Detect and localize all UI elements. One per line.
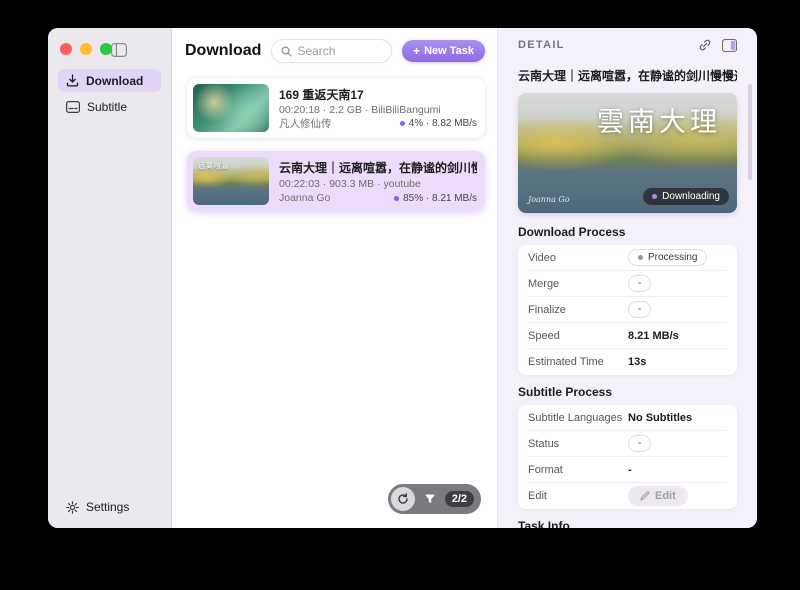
search-icon [281,46,292,57]
processing-pill: Processing [628,249,707,266]
row-label: Estimated Time [528,356,628,368]
detail-row-finalize: Finalize - [528,297,727,323]
detail-header: DETAIL [518,36,737,54]
refresh-button[interactable] [391,487,415,511]
row-label: Finalize [528,304,628,316]
main-header: Download + New Task [172,28,497,63]
pill-dot-icon [638,255,643,260]
task-title: 云南大理｜远离喧嚣，在静谧的剑川慢慢… [279,159,477,176]
detail-row-format: Format - [528,457,727,483]
thumbnail-title-text: 雲南大理 [597,100,721,139]
detail-row-edit: Edit Edit [528,483,727,509]
download-icon [66,74,79,87]
task-title: 169 重返天南17 [279,86,477,103]
edit-subtitle-button[interactable]: Edit [628,486,688,506]
thumbnail-overlay-text: 远离喧嚣 [198,161,230,171]
row-label: Video [528,252,628,264]
row-label: Edit [528,490,628,502]
detail-row-speed: Speed 8.21 MB/s [528,323,727,349]
row-label: Subtitle Languages [528,412,628,424]
detail-panel: DETAIL 云南大理｜远离喧嚣，在静谧的剑川慢慢逛｜千… 雲南大理 Joann… [497,28,757,528]
sidebar-item-download[interactable]: Download [58,69,161,92]
row-value: 8.21 MB/s [628,330,679,342]
row-value: No Subtitles [628,412,692,424]
list-toolbar: 2/2 [388,484,481,514]
status-dot-icon [652,194,657,199]
detail-title: 云南大理｜远离喧嚣，在静谧的剑川慢慢逛｜千… [518,67,737,84]
task-list: 169 重返天南17 00:20:18 · 2.2 GB · BiliBiliB… [172,78,497,211]
progress-dot-icon [394,196,399,201]
row-label: Merge [528,278,628,290]
task-row[interactable]: 169 重返天南17 00:20:18 · 2.2 GB · BiliBiliB… [187,78,485,138]
sidebar-toggle-icon[interactable] [111,43,127,57]
subtitle-process-heading: Subtitle Process [518,385,737,399]
detail-thumbnail: 雲南大理 Joanna Go Downloading [518,93,737,213]
task-progress: 85% · 8.21 MB/s [394,193,477,204]
task-author: Joanna Go [279,192,330,204]
download-process-heading: Download Process [518,225,737,239]
detail-heading: DETAIL [518,39,565,51]
task-author: 凡人修仙传 [279,116,332,131]
row-label: Speed [528,330,628,342]
page-title: Download [185,42,261,60]
detail-row-video: Video Processing [528,245,727,271]
filter-icon[interactable] [424,493,436,505]
detail-row-status: Status - [528,431,727,457]
detail-scrollbar[interactable] [748,84,752,180]
detail-row-merge: Merge - [528,271,727,297]
thumbnail-author-text: Joanna Go [528,195,570,204]
detail-row-subtitle-languages: Subtitle Languages No Subtitles [528,405,727,431]
row-label: Format [528,464,628,476]
pencil-icon [640,491,650,501]
sidebar-item-subtitle[interactable]: Subtitle [58,95,161,118]
search-input[interactable] [297,44,382,58]
row-label: Status [528,438,628,450]
plus-icon: + [413,45,420,57]
task-thumbnail: 远离喧嚣 [193,157,269,205]
task-meta: 00:22:03 · 903.3 MB · youtube [279,178,477,190]
row-value: 13s [628,356,646,368]
sidebar-nav: Download Subtitle [48,69,171,118]
task-text: 云南大理｜远离喧嚣，在静谧的剑川慢慢… 00:22:03 · 903.3 MB … [279,157,477,205]
panel-toggle-icon[interactable] [722,39,737,52]
settings-label: Settings [86,500,129,514]
main-panel: Download + New Task 169 重返天南17 00:20:18 … [172,28,497,528]
new-task-label: New Task [424,45,474,57]
task-count-badge: 2/2 [445,491,474,507]
task-info-heading: Task Info [518,519,737,528]
task-progress: 4% · 8.82 MB/s [400,118,477,129]
download-process-card: Video Processing Merge - Finalize - Spee… [518,245,737,375]
row-value: - [628,464,632,476]
task-text: 169 重返天南17 00:20:18 · 2.2 GB · BiliBiliB… [279,84,477,132]
subtitle-process-card: Subtitle Languages No Subtitles Status -… [518,405,737,509]
task-row-selected[interactable]: 远离喧嚣 云南大理｜远离喧嚣，在静谧的剑川慢慢… 00:22:03 · 903.… [187,151,485,211]
status-badge: Downloading [643,188,729,205]
traffic-lights [48,28,171,55]
progress-dot-icon [400,121,405,126]
status-pill: - [628,435,651,452]
merge-pill: - [628,275,651,292]
subtitle-icon [66,101,80,113]
link-icon[interactable] [698,38,712,52]
task-meta: 00:20:18 · 2.2 GB · BiliBiliBangumi [279,104,477,116]
app-window: Download Subtitle Settings Download [48,28,757,528]
minimize-button[interactable] [80,43,92,55]
sidebar-item-label: Subtitle [87,100,127,114]
detail-row-estimated-time: Estimated Time 13s [528,349,727,375]
new-task-button[interactable]: + New Task [402,40,485,62]
gear-icon [66,501,79,514]
search-box[interactable] [271,39,392,63]
sidebar-item-label: Download [86,74,143,88]
task-thumbnail [193,84,269,132]
finalize-pill: - [628,301,651,318]
close-button[interactable] [60,43,72,55]
sidebar-item-settings[interactable]: Settings [66,500,129,514]
sidebar: Download Subtitle Settings [48,28,172,528]
